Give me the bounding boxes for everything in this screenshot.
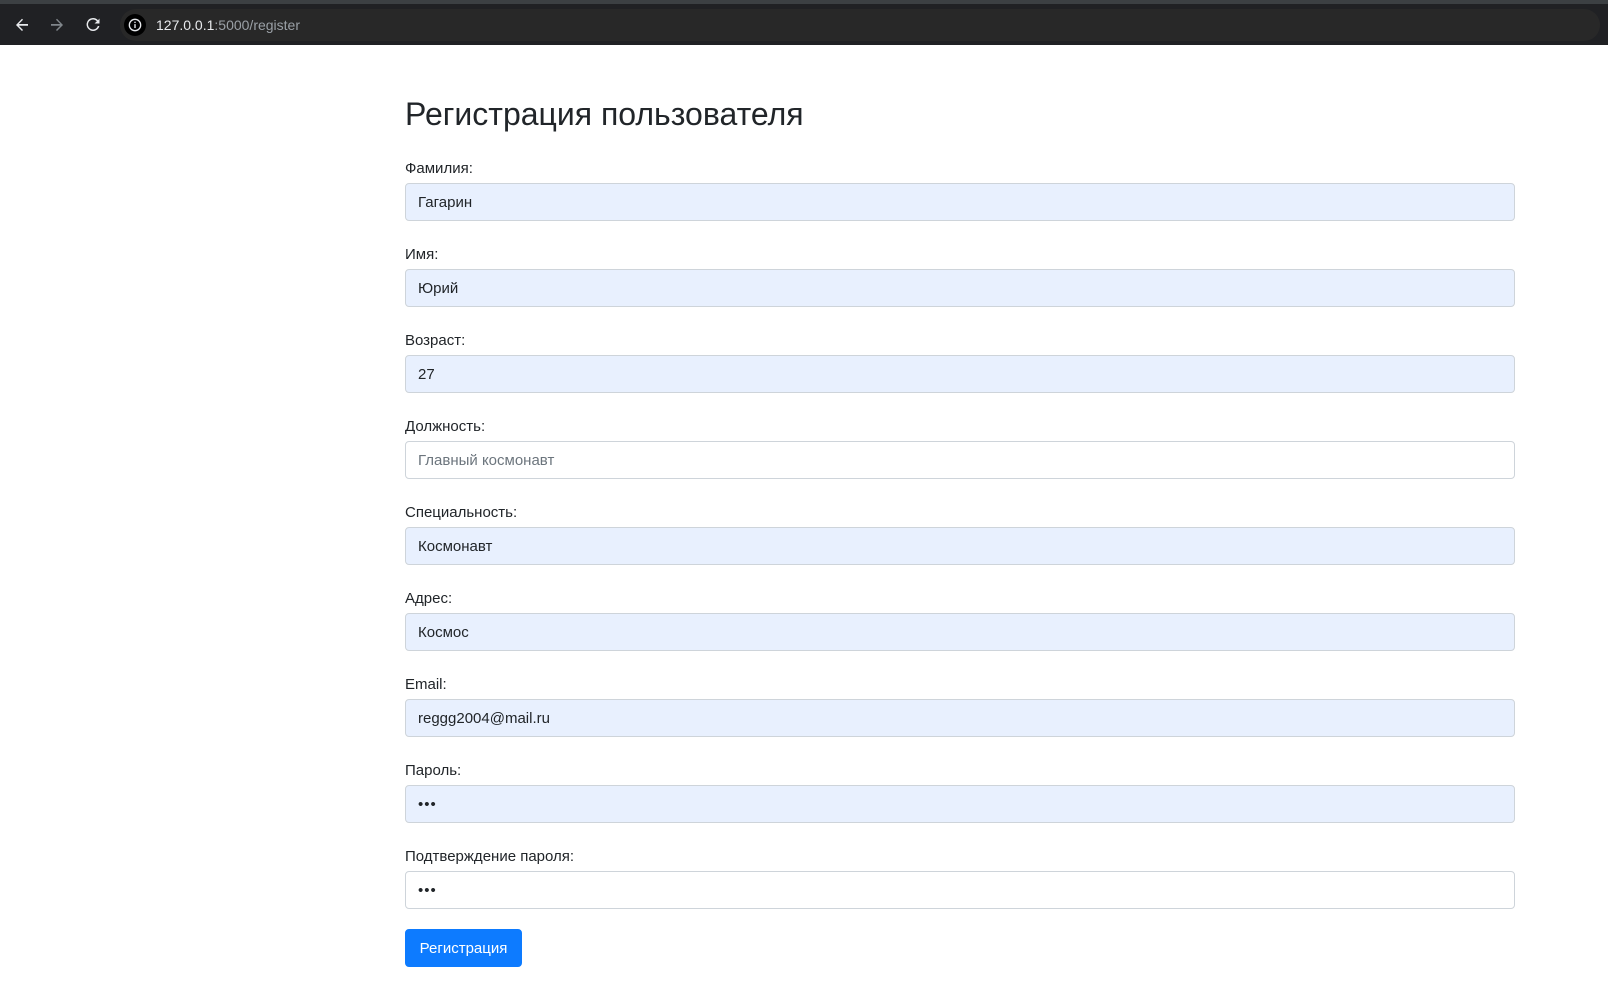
reload-icon[interactable]: [80, 12, 106, 38]
address-bar[interactable]: 127.0.0.1:5000/register: [120, 9, 1600, 41]
field-surname: Фамилия:: [405, 159, 1515, 245]
speciality-input[interactable]: [405, 527, 1515, 565]
speciality-label: Специальность:: [405, 504, 518, 521]
field-email: Email:: [405, 675, 1515, 761]
back-arrow-icon[interactable]: [9, 12, 35, 38]
surname-input[interactable]: [405, 183, 1515, 221]
field-password-confirm: Подтверждение пароля:: [405, 847, 1515, 933]
password-label: Пароль:: [405, 762, 462, 779]
surname-label: Фамилия:: [405, 160, 473, 177]
register-form: Фамилия: Имя: Возраст: Должность: Специа…: [405, 159, 1515, 933]
password-confirm-input[interactable]: [405, 871, 1515, 909]
position-label: Должность:: [405, 418, 486, 435]
password-input[interactable]: [405, 785, 1515, 823]
url-path: :5000/register: [214, 17, 300, 33]
url-text: 127.0.0.1:5000/register: [156, 17, 300, 33]
name-input[interactable]: [405, 269, 1515, 307]
field-speciality: Специальность:: [405, 503, 1515, 589]
email-input[interactable]: [405, 699, 1515, 737]
browser-toolbar: 127.0.0.1:5000/register: [0, 0, 1608, 45]
field-position: Должность:: [405, 417, 1515, 503]
field-age: Возраст:: [405, 331, 1515, 417]
position-input[interactable]: [405, 441, 1515, 479]
field-password: Пароль:: [405, 761, 1515, 847]
email-label: Email:: [405, 676, 447, 693]
register-button[interactable]: Регистрация: [405, 929, 522, 967]
address-label: Адрес:: [405, 590, 453, 607]
page-title: Регистрация пользователя: [405, 96, 804, 132]
url-host: 127.0.0.1: [156, 17, 215, 33]
info-icon[interactable]: [124, 14, 146, 36]
name-label: Имя:: [405, 246, 439, 263]
field-address: Адрес:: [405, 589, 1515, 675]
address-input[interactable]: [405, 613, 1515, 651]
password-confirm-label: Подтверждение пароля:: [405, 848, 575, 865]
field-name: Имя:: [405, 245, 1515, 331]
age-label: Возраст:: [405, 332, 466, 349]
age-input[interactable]: [405, 355, 1515, 393]
forward-arrow-icon[interactable]: [44, 12, 70, 38]
register-container: Регистрация пользователя Фамилия: Имя: В…: [405, 45, 1515, 933]
